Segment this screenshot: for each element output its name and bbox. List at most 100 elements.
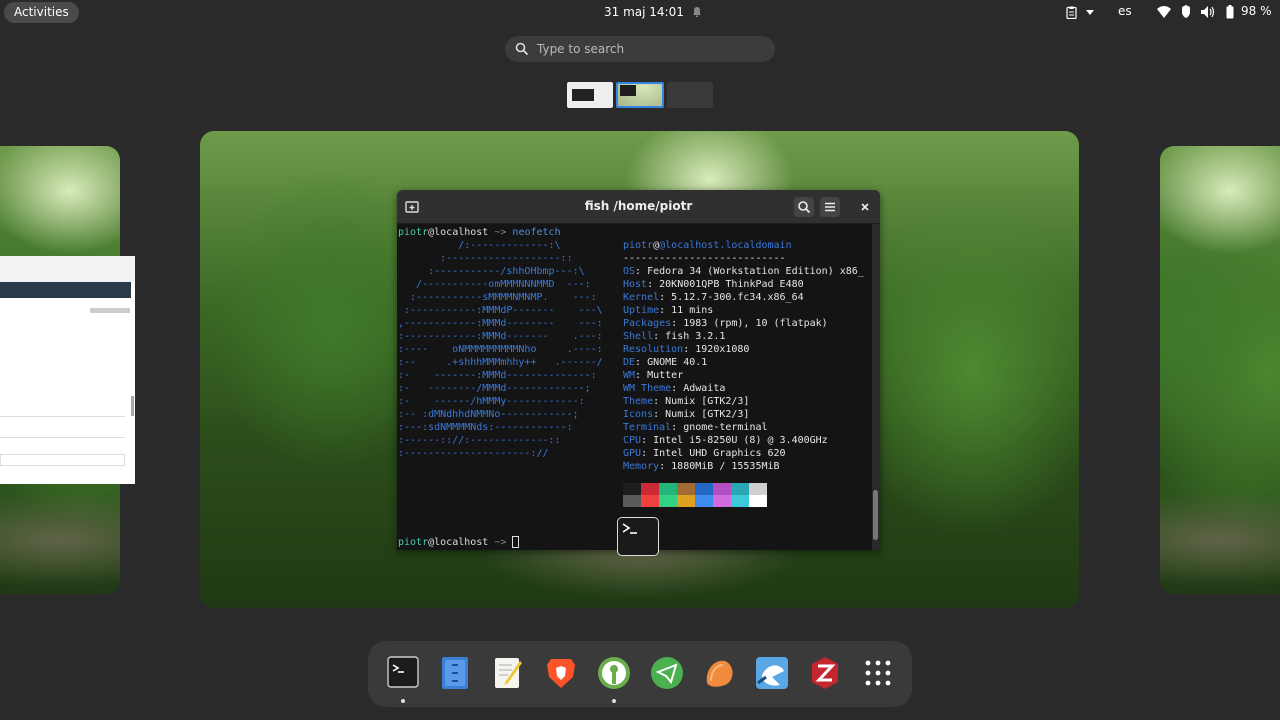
color-swatch [713, 483, 731, 495]
ascii-line: /-----------omMMMNNNMMD ---: [398, 279, 591, 290]
info-key: Terminal [623, 422, 672, 433]
info-line: Memory: 1880MiB / 15535MiB [623, 460, 780, 473]
info-key: CPU [623, 435, 642, 446]
workspace-right[interactable] [1160, 146, 1280, 594]
ascii-line: ,------------:MMMd-------- ---: [398, 318, 603, 329]
ascii-line: :-----------sMMMMNMNMP. ---: [398, 292, 597, 303]
ascii-line: :- ------/hMMMy------------: [398, 396, 585, 407]
cursor [512, 536, 520, 548]
info-key: Packages [623, 318, 672, 329]
info-line: DE: GNOME 40.1 [623, 356, 707, 369]
app-grid-icon[interactable] [860, 655, 896, 691]
info-value: : fish 3.2.1 [653, 331, 726, 342]
info-key: Icons [623, 409, 654, 420]
close-icon[interactable] [855, 197, 875, 217]
running-indicator [612, 699, 616, 703]
info-line: OS: Fedora 34 (Workstation Edition) x86_ [623, 265, 864, 278]
vpn-lock-icon[interactable] [1181, 5, 1191, 18]
info-key: WM [623, 370, 636, 381]
info-key: Uptime [623, 305, 660, 316]
info-key: Memory [623, 461, 660, 472]
color-swatch [695, 483, 713, 495]
info-value: : Numix [GTK2/3] [653, 396, 750, 407]
info-line: WM: Mutter [623, 369, 683, 382]
info-value: : GNOME 40.1 [635, 357, 708, 368]
info-value: : Fedora 34 (Workstation Edition) x86_ [635, 266, 864, 277]
clock[interactable]: 31 maj 14:01 [604, 5, 684, 19]
ascii-line: :-------------------:: [398, 253, 573, 264]
dragged-terminal-app-icon[interactable] [617, 517, 659, 556]
info-value: : 20KN001QPB ThinkPad E480 [647, 279, 804, 290]
search-entry[interactable]: Type to search [505, 36, 775, 62]
color-swatch [677, 495, 695, 507]
terminal-window[interactable]: fish /home/piotr piotr@localhost ~> neof… [397, 190, 880, 550]
workspace-thumbnail-3[interactable] [667, 82, 713, 108]
workspace-thumbnail-2[interactable] [616, 82, 664, 108]
info-key: WM Theme [623, 383, 672, 394]
wifi-icon[interactable] [1157, 6, 1171, 18]
terminal-headerbar[interactable]: fish /home/piotr [397, 190, 880, 223]
info-line: Theme: Numix [GTK2/3] [623, 395, 749, 408]
info-key: Shell [623, 331, 654, 342]
activities-button[interactable]: Activities [4, 2, 79, 23]
info-line: Resolution: 1920x1080 [623, 343, 749, 356]
color-swatch [749, 483, 767, 495]
color-swatch [623, 495, 641, 507]
browser-window-preview[interactable] [0, 256, 135, 484]
info-key: Kernel [623, 292, 660, 303]
ascii-line: :---------------------:// [398, 448, 549, 459]
info-key: OS [623, 266, 636, 277]
terminal-scrollbar-thumb[interactable] [873, 490, 878, 540]
notification-bell-icon[interactable] [691, 6, 703, 18]
info-value: : 11 mins [659, 305, 714, 316]
info-value: : 1920x1080 [683, 344, 750, 355]
prompt-line: piotr@localhost ~> [398, 536, 520, 549]
search-placeholder: Type to search [537, 42, 625, 56]
ascii-line: :- --------/MMMd-------------; [398, 383, 591, 394]
mango-app-icon[interactable] [701, 655, 737, 691]
info-line: WM Theme: Adwaita [623, 382, 725, 395]
hamburger-menu-icon[interactable] [820, 197, 840, 217]
telegram-app-icon[interactable] [649, 655, 685, 691]
ascii-line: :-- :dMNdhhdNMMNo------------; [398, 409, 579, 420]
ascii-line: :------------:MMMd------- .---: [398, 331, 603, 342]
ascii-line: :-----------:MMMdP------- ---\ [398, 305, 603, 316]
ascii-line: :-----------/shhOHbmp---:\ [398, 266, 585, 277]
info-line: Packages: 1983 (rpm), 10 (flatpak) [623, 317, 828, 330]
battery-percentage: 98 % [1241, 4, 1272, 18]
info-value: : Mutter [635, 370, 684, 381]
files-app-icon[interactable] [437, 655, 473, 691]
ascii-line: :------:://:-------------:: [398, 435, 561, 446]
info-line: CPU: Intel i5-8250U (8) @ 3.400GHz [623, 434, 828, 447]
info-value: : Intel i5-8250U (8) @ 3.400GHz [641, 435, 828, 446]
terminal-output[interactable]: piotr@localhost ~> neofetch /:----------… [397, 224, 872, 550]
color-swatch [695, 495, 713, 507]
battery-icon[interactable] [1226, 5, 1234, 19]
kite-app-icon[interactable] [754, 655, 790, 691]
terminal-prompt-icon [622, 523, 637, 534]
chevron-down-icon[interactable] [1086, 10, 1094, 15]
info-line: Host: 20KN001QPB ThinkPad E480 [623, 278, 804, 291]
terminal-app-icon[interactable] [385, 655, 421, 691]
command-line: piotr@localhost ~> neofetch [398, 227, 561, 238]
search-icon[interactable] [794, 197, 814, 217]
keyboard-layout[interactable]: es [1118, 4, 1132, 18]
color-swatch [659, 495, 677, 507]
info-line: Uptime: 11 mins [623, 304, 713, 317]
zotero-app-icon[interactable] [807, 655, 843, 691]
color-swatch [623, 483, 641, 495]
volume-icon[interactable] [1201, 6, 1215, 18]
color-swatch [659, 483, 677, 495]
ascii-line: :---- oNMMMMMMMMMNho .----: [398, 344, 603, 355]
info-line: Icons: Numix [GTK2/3] [623, 408, 749, 421]
ascii-line: /:-------------:\ [398, 240, 561, 251]
ascii-line: :---:sdNMMMMNds:------------: [398, 422, 573, 433]
workspace-thumbnail-1[interactable] [567, 82, 613, 108]
dash-dock [368, 641, 912, 707]
text-editor-app-icon[interactable] [490, 655, 526, 691]
keepassxc-app-icon[interactable] [596, 655, 632, 691]
info-key: Host [623, 279, 648, 290]
brave-browser-icon[interactable] [543, 655, 579, 691]
clipboard-icon[interactable] [1066, 6, 1077, 19]
info-rule: --------------------------- [623, 253, 786, 264]
